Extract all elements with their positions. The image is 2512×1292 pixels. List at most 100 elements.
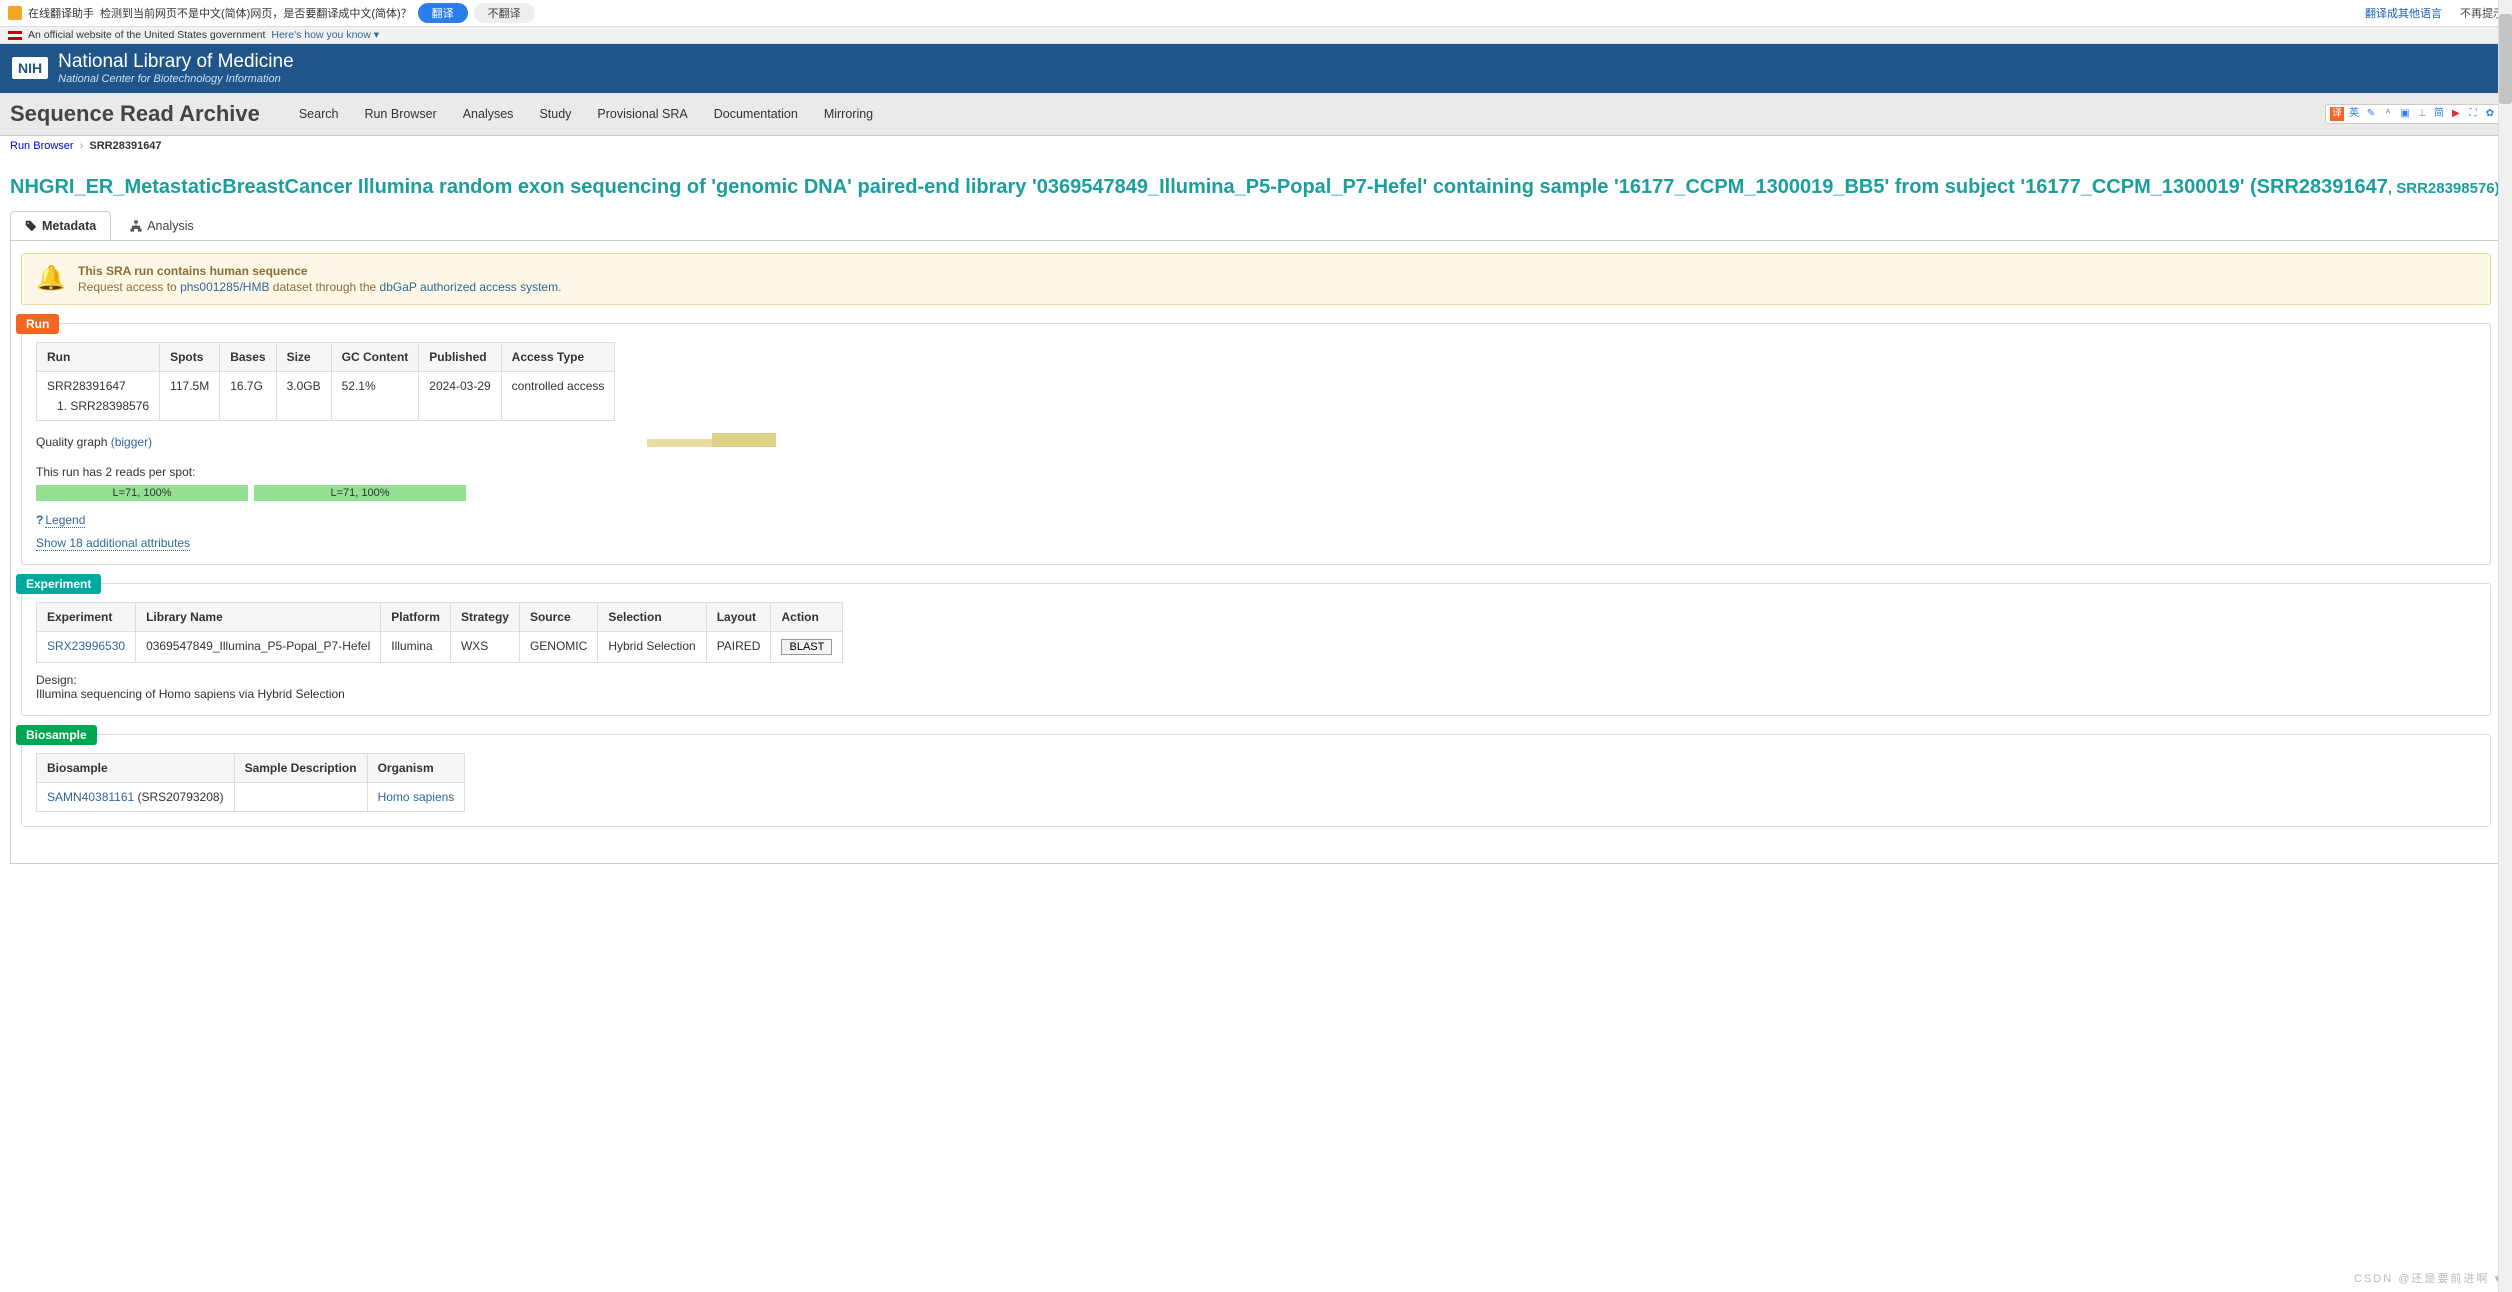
- nih-header: NIH National Library of Medicine Nationa…: [0, 44, 2512, 93]
- ext-timer-icon[interactable]: ⊥: [2415, 107, 2429, 121]
- read-bar-1: L=71, 100%: [36, 485, 248, 501]
- nav-provisional-sra[interactable]: Provisional SRA: [584, 95, 700, 133]
- run-cell-bases: 16.7G: [220, 371, 276, 420]
- translate-bar: 在线翻译助手 检测到当前网页不是中文(简体)网页，是否要翻译成中文(简体)？ 翻…: [0, 0, 2512, 27]
- experiment-link[interactable]: SRX23996530: [47, 639, 125, 653]
- ext-lang-icon[interactable]: 英: [2347, 107, 2361, 121]
- quality-bigger-link[interactable]: (bigger): [111, 435, 152, 449]
- dbgap-link[interactable]: dbGaP authorized access system: [380, 280, 559, 294]
- quality-graph: [346, 433, 776, 447]
- biosample-cell-desc: [234, 782, 367, 811]
- sra-toolbar: Sequence Read Archive Search Run Browser…: [0, 93, 2512, 136]
- sra-nav: Search Run Browser Analyses Study Provis…: [286, 95, 886, 133]
- sra-heading: Sequence Read Archive: [10, 93, 262, 135]
- design-text: Illumina sequencing of Homo sapiens via …: [36, 687, 2476, 701]
- page-title: NHGRI_ER_MetastaticBreastCancer Illumina…: [10, 174, 2502, 201]
- alert-description: Request access to phs001285/HMB dataset …: [78, 280, 561, 294]
- quality-graph-row: Quality graph (bigger): [36, 435, 2476, 447]
- show-attributes-link[interactable]: Show 18 additional attributes: [36, 536, 190, 551]
- exp-strategy: WXS: [450, 631, 519, 662]
- ext-edit-icon[interactable]: ✎: [2364, 107, 2378, 121]
- experiment-badge: Experiment: [16, 574, 101, 594]
- biosample-badge: Biosample: [16, 725, 97, 745]
- breadcrumb: Run Browser › SRR28391647: [0, 136, 2512, 156]
- vertical-scrollbar[interactable]: [2498, 0, 2512, 1292]
- nav-analyses[interactable]: Analyses: [450, 95, 527, 133]
- gov-banner: An official website of the United States…: [0, 27, 2512, 44]
- run-cell-access: controlled access: [501, 371, 615, 420]
- translate-assistant-icon: [8, 6, 22, 20]
- ext-simplified-icon[interactable]: 简: [2432, 107, 2446, 121]
- run-badge: Run: [16, 314, 59, 334]
- watermark: CSDN @还是要前进啊 ▾: [2354, 1270, 2502, 1286]
- biosample-section: Biosample Biosample Sample Description O…: [21, 734, 2491, 827]
- run-cell-size: 3.0GB: [276, 371, 331, 420]
- how-you-know-toggle[interactable]: Here's how you know ▾: [271, 29, 379, 41]
- legend-link[interactable]: Legend: [45, 513, 85, 528]
- biosample-table-row: SAMN40381161 (SRS20793208) Homo sapiens: [37, 782, 465, 811]
- reads-label: This run has 2 reads per spot:: [36, 465, 195, 479]
- nih-logo[interactable]: NIH: [12, 57, 48, 79]
- run-table-header: Run Spots Bases Size GC Content Publishe…: [37, 342, 615, 371]
- ext-gear-icon[interactable]: ✿: [2483, 107, 2497, 121]
- run-cell-gc: 52.1%: [331, 371, 419, 420]
- ext-video-icon[interactable]: ▶: [2449, 107, 2463, 121]
- experiment-section: Experiment Experiment Library Name Platf…: [21, 583, 2491, 716]
- experiment-table: Experiment Library Name Platform Strateg…: [36, 602, 843, 663]
- biosample-table: Biosample Sample Description Organism SA…: [36, 753, 465, 812]
- translate-button[interactable]: 翻译: [418, 3, 468, 23]
- biosample-cell-id: SAMN40381161 (SRS20793208): [37, 782, 235, 811]
- exp-platform: Illumina: [381, 631, 451, 662]
- exp-library: 0369547849_Illumina_P5-Popal_P7-Hefel: [136, 631, 381, 662]
- design-label: Design:: [36, 673, 2476, 687]
- run-cell-published: 2024-03-29: [419, 371, 501, 420]
- read-bar-2: L=71, 100%: [254, 485, 466, 501]
- ext-font-icon[interactable]: ᴬ: [2381, 107, 2395, 121]
- quality-graph-label: Quality graph: [36, 435, 111, 449]
- run-table: Run Spots Bases Size GC Content Publishe…: [36, 342, 615, 421]
- run-cell-spots: 117.5M: [160, 371, 220, 420]
- biosample-link[interactable]: SAMN40381161: [47, 790, 134, 804]
- ext-screenshot-icon[interactable]: ⛶: [2466, 107, 2480, 121]
- extension-toolbar: 译 英 ✎ ᴬ ▣ ⊥ 简 ▶ ⛶ ✿: [2325, 104, 2502, 124]
- breadcrumb-current: SRR28391647: [89, 140, 161, 152]
- scrollbar-thumb[interactable]: [2499, 14, 2512, 104]
- tab-metadata[interactable]: Metadata: [10, 211, 111, 240]
- tag-icon: [25, 220, 37, 232]
- breadcrumb-separator: ›: [80, 140, 84, 152]
- sitemap-icon: [130, 220, 142, 232]
- nav-run-browser[interactable]: Run Browser: [351, 95, 449, 133]
- metadata-panel: 🔔 This SRA run contains human sequence R…: [10, 241, 2502, 864]
- ext-rect-icon[interactable]: ▣: [2398, 107, 2412, 121]
- bell-icon: 🔔: [36, 264, 64, 292]
- no-translate-button[interactable]: 不翻译: [474, 3, 535, 23]
- gov-banner-text: An official website of the United States…: [28, 29, 265, 41]
- alert-title: This SRA run contains human sequence: [78, 264, 561, 278]
- dataset-link[interactable]: phs001285/HMB: [180, 280, 269, 294]
- nav-documentation[interactable]: Documentation: [701, 95, 811, 133]
- run-section: Run Run Spots Bases Size GC Content Publ…: [21, 323, 2491, 565]
- experiment-table-row: SRX23996530 0369547849_Illumina_P5-Popal…: [37, 631, 843, 662]
- nav-study[interactable]: Study: [526, 95, 584, 133]
- us-flag-icon: [8, 31, 22, 40]
- tabset: Metadata Analysis: [10, 211, 2502, 241]
- blast-button[interactable]: BLAST: [781, 639, 832, 655]
- translate-other-language-link[interactable]: 翻译成其他语言: [2365, 5, 2442, 21]
- exp-source: GENOMIC: [519, 631, 597, 662]
- ext-translate-icon[interactable]: 译: [2330, 107, 2344, 121]
- design-block: Design: Illumina sequencing of Homo sapi…: [36, 673, 2476, 701]
- tab-analysis[interactable]: Analysis: [115, 211, 209, 240]
- organism-link[interactable]: Homo sapiens: [378, 790, 455, 804]
- nav-search[interactable]: Search: [286, 95, 352, 133]
- breadcrumb-run-browser[interactable]: Run Browser: [10, 140, 74, 152]
- biosample-table-header: Biosample Sample Description Organism: [37, 753, 465, 782]
- human-sequence-alert: 🔔 This SRA run contains human sequence R…: [21, 253, 2491, 305]
- experiment-table-header: Experiment Library Name Platform Strateg…: [37, 602, 843, 631]
- run-table-row: SRR28391647 SRR28398576 117.5M 16.7G 3.0…: [37, 371, 615, 420]
- ncbi-subtitle[interactable]: National Center for Biotechnology Inform…: [58, 73, 294, 85]
- nav-mirroring[interactable]: Mirroring: [811, 95, 886, 133]
- nlm-title[interactable]: National Library of Medicine: [58, 52, 294, 73]
- reads-info: This run has 2 reads per spot: L=71, 100…: [36, 465, 2476, 501]
- help-icon: ?: [36, 513, 43, 527]
- translate-assistant-label: 在线翻译助手: [28, 5, 94, 21]
